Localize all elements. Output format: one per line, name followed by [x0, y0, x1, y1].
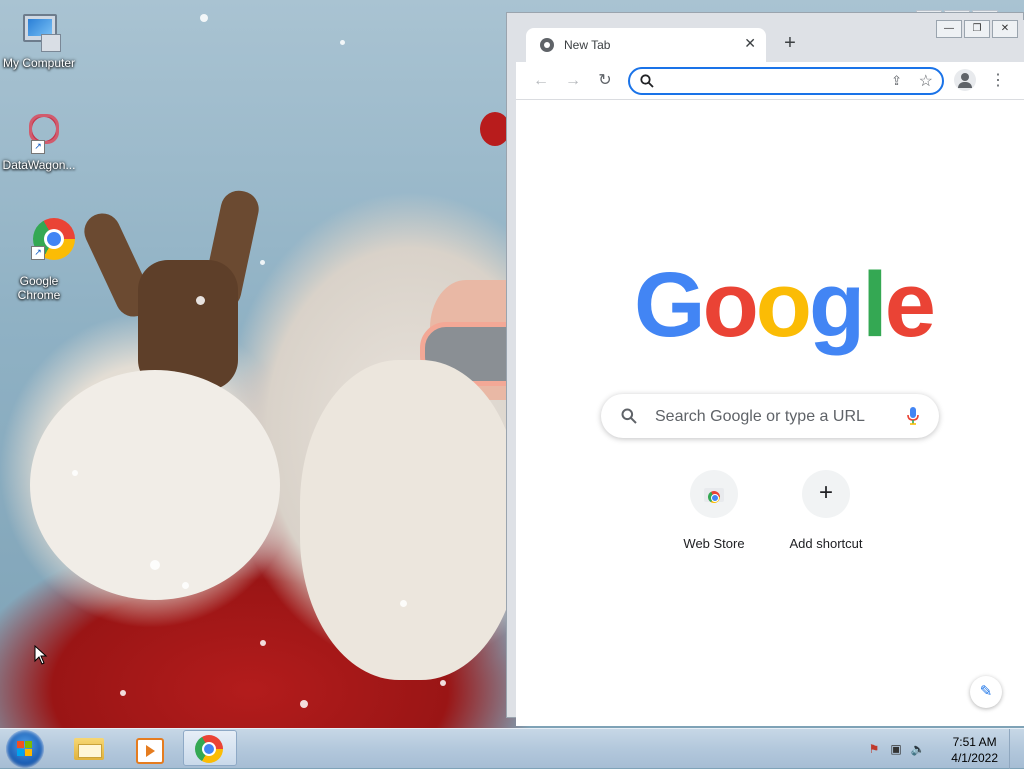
chrome-icon: ↗ — [17, 216, 75, 260]
add-icon: + — [802, 470, 850, 518]
datawagon-icon: ↗ — [17, 107, 66, 156]
desktop-icon-label: My Computer — [2, 56, 76, 70]
logo-letter: G — [634, 254, 706, 356]
shortcut-arrow-icon: ↗ — [31, 246, 45, 260]
address-bar[interactable]: ⇪ ☆ — [628, 67, 944, 95]
maximize-button[interactable]: ❐ — [964, 20, 990, 38]
taskbar: ⚑ ▣ 🔈 7:51 AM 4/1/2022 — [0, 728, 1024, 769]
wallpaper-glove — [78, 187, 263, 400]
taskbar-explorer[interactable] — [62, 730, 116, 766]
profile-avatar-button[interactable] — [954, 69, 976, 91]
tab-close-icon[interactable]: ✕ — [744, 35, 756, 52]
google-search-input[interactable] — [653, 407, 897, 427]
web-store-icon — [690, 470, 738, 518]
reload-button[interactable]: ↻ — [594, 70, 616, 92]
shortcut-arrow-icon: ↗ — [31, 140, 45, 154]
forward-button[interactable]: → — [562, 70, 584, 92]
address-input[interactable] — [662, 72, 886, 92]
customize-pencil-button[interactable]: ✎ — [970, 676, 1002, 708]
chrome-favicon-icon — [540, 38, 554, 52]
chrome-icon — [195, 735, 223, 763]
clock-date: 4/1/2022 — [951, 751, 998, 765]
shortcut-add[interactable]: + Add shortcut — [776, 470, 876, 551]
browser-toolbar: ← → ↻ ⇪ ☆ ⋮ — [516, 62, 1024, 100]
media-player-icon — [136, 738, 164, 764]
clock[interactable]: 7:51 AM 4/1/2022 — [951, 734, 998, 766]
close-window-button[interactable]: ✕ — [992, 20, 1018, 38]
google-search-box[interactable] — [601, 394, 939, 438]
action-center-flag-icon[interactable]: ⚑ — [866, 741, 882, 757]
microphone-icon[interactable] — [907, 407, 919, 425]
system-tray: ⚑ ▣ 🔈 7:51 AM 4/1/2022 — [854, 729, 1024, 769]
desktop-icon-label: Google Chrome — [17, 274, 61, 302]
back-button[interactable]: ← — [530, 70, 552, 92]
logo-letter: e — [884, 254, 936, 356]
desktop-icon-label: DataWagon... — [2, 158, 76, 172]
network-icon[interactable]: ▣ — [888, 741, 904, 757]
volume-icon[interactable]: 🔈 — [910, 741, 926, 757]
start-button[interactable] — [6, 730, 44, 768]
mouse-cursor-icon — [34, 645, 48, 665]
new-tab-button[interactable]: + — [778, 32, 802, 55]
search-icon — [621, 408, 637, 424]
logo-letter: o — [755, 254, 812, 356]
tab-new-tab[interactable]: New Tab ✕ — [526, 28, 766, 62]
taskbar-chrome[interactable] — [183, 730, 237, 766]
shortcut-web-store[interactable]: Web Store — [664, 470, 764, 551]
desktop-icon-datawagon[interactable]: ↗ DataWagon... — [1, 107, 77, 172]
desktop-icon-google-chrome[interactable]: ↗ Google Chrome — [1, 216, 77, 302]
search-icon — [640, 74, 654, 88]
wallpaper-beard — [300, 360, 520, 680]
new-tab-page: Google Web Store + Add shortcut ✎ — [516, 100, 1024, 726]
share-icon[interactable]: ⇪ — [891, 73, 902, 89]
logo-letter: g — [808, 254, 865, 356]
tab-strip: New Tab ✕ + — ❐ ✕ — [516, 20, 1024, 62]
tab-title: New Tab — [564, 38, 611, 52]
google-logo: Google — [634, 254, 936, 356]
window-controls: — ❐ ✕ — [936, 20, 1018, 38]
minimize-button[interactable]: — — [936, 20, 962, 38]
clock-time: 7:51 AM — [952, 735, 997, 749]
logo-letter: l — [862, 254, 888, 356]
show-desktop-button[interactable] — [1009, 729, 1024, 769]
taskbar-media-player[interactable] — [122, 730, 176, 766]
folder-icon — [74, 738, 104, 760]
shortcut-label: Web Store — [683, 536, 745, 551]
logo-letter: o — [702, 254, 759, 356]
desktop-icon-my-computer[interactable]: My Computer — [1, 10, 77, 70]
more-menu-button[interactable]: ⋮ — [988, 70, 1008, 90]
shortcut-label: Add shortcut — [789, 536, 863, 551]
bookmark-star-icon[interactable]: ☆ — [919, 71, 933, 91]
computer-icon — [17, 10, 61, 54]
windows-logo-icon — [17, 741, 33, 757]
